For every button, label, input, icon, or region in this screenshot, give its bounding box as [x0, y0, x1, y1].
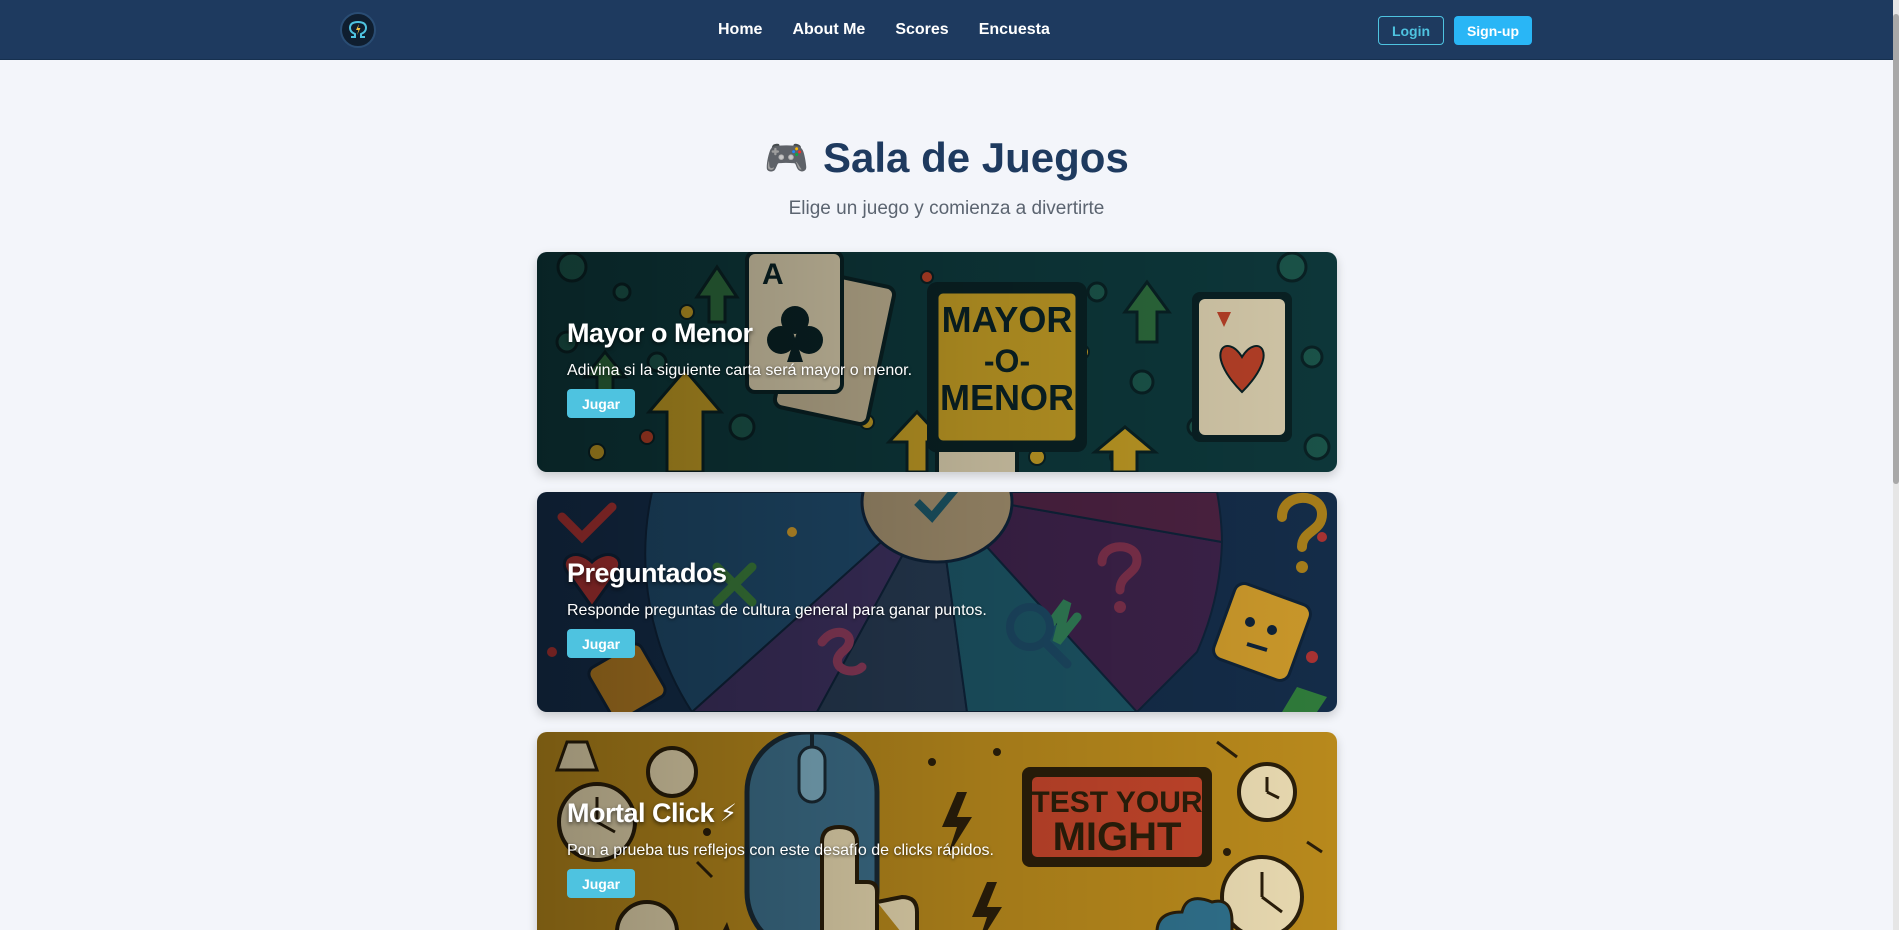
card-content: Preguntados Responde preguntas de cultur… [567, 558, 987, 658]
signup-button[interactable]: Sign-up [1454, 16, 1532, 45]
nav-link-scores[interactable]: Scores [895, 21, 948, 39]
nav-links: Home About Me Scores Encuesta [718, 0, 1050, 60]
nav-link-home[interactable]: Home [718, 21, 762, 39]
card-content: Mortal Click ⚡ Pon a prueba tus reflejos… [567, 798, 994, 898]
gamepad-icon: 🎮 [764, 137, 810, 178]
card-description: Adivina si la siguiente carta será mayor… [567, 362, 913, 379]
game-card-preguntados: Preguntados Responde preguntas de cultur… [537, 492, 1337, 712]
page-subtitle: Elige un juego y comienza a divertirte [788, 198, 1105, 219]
game-card-mortal-click: TEST YOUR MIGHT Mortal Click ⚡ Pon a pru… [537, 732, 1337, 930]
nav-link-about-me[interactable]: About Me [792, 21, 865, 39]
card-title: Preguntados [567, 558, 727, 588]
play-button-preguntados[interactable]: Jugar [567, 629, 635, 658]
logo-icon[interactable] [340, 12, 376, 48]
navbar: Home About Me Scores Encuesta Login Sign… [0, 0, 1893, 60]
game-card-mayor-o-menor: A MAYOR -O- MENOR Mayor o Menor Adivina … [537, 252, 1337, 472]
card-description: Responde preguntas de cultura general pa… [567, 602, 987, 619]
card-title: Mortal Click ⚡ [567, 798, 737, 828]
play-button-mayor-o-menor[interactable]: Jugar [567, 389, 635, 418]
card-description: Pon a prueba tus reflejos con este desaf… [567, 842, 994, 859]
card-content: Mayor o Menor Adivina si la siguiente ca… [567, 318, 912, 418]
page-scrollbar[interactable] [1893, 0, 1899, 930]
page-title: Sala de Juegos [823, 134, 1129, 181]
nav-link-encuesta[interactable]: Encuesta [979, 21, 1050, 39]
page-header: 🎮 Sala de Juegos [0, 130, 1893, 186]
card-title: Mayor o Menor [567, 318, 753, 348]
lightning-icon: ⚡ [720, 800, 737, 827]
login-button[interactable]: Login [1378, 16, 1444, 45]
play-button-mortal-click[interactable]: Jugar [567, 869, 635, 898]
scrollbar-thumb[interactable] [1893, 14, 1899, 484]
